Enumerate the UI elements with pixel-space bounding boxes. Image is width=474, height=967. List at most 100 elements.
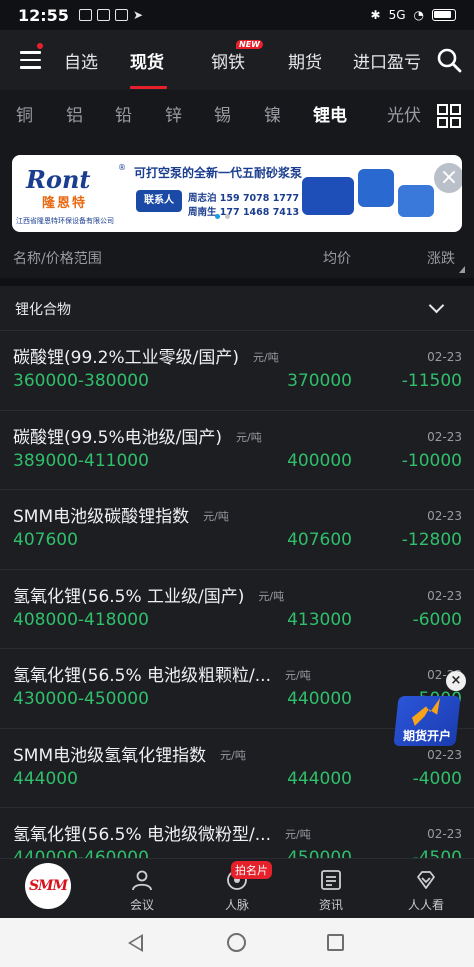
brand-logo: Ront — [26, 165, 91, 194]
group-header[interactable]: 锂化合物 — [0, 286, 474, 330]
price-range: 430000-450000 — [13, 689, 149, 709]
price-date: 02-23 — [427, 350, 462, 364]
product-name-text: 碳酸锂(99.5%电池级/国产) — [13, 427, 222, 448]
average-price: 444000 — [287, 768, 352, 789]
product-name-text: SMM电池级碳酸锂指数 — [13, 507, 190, 527]
status-right: ✱ 5G ◔ — [371, 8, 456, 22]
send-icon: ➤ — [132, 8, 143, 22]
pump-image — [398, 185, 434, 217]
tab-watchlist[interactable]: 自选 — [64, 30, 98, 90]
pump-image — [302, 177, 354, 215]
price-change: -6000 — [412, 609, 462, 630]
product-name: 碳酸锂(99.5%电池级/国产) 元/吨 — [13, 423, 262, 448]
subtab-lithium-battery[interactable]: 锂电 — [313, 90, 347, 142]
system-nav-bar — [0, 918, 474, 967]
average-price: 440000 — [287, 689, 352, 709]
tab-meetings-label: 会议 — [129, 898, 154, 912]
notification-dot — [37, 43, 43, 49]
subtab-tin[interactable]: 锡 — [214, 90, 231, 142]
wifi-icon: ◔ — [413, 8, 424, 22]
chevron-down-icon[interactable] — [428, 297, 445, 314]
price-range: 407600 — [13, 530, 78, 550]
product-name-text: 氢氧化锂(56.5% 电池级粗颗粒/... — [13, 666, 271, 686]
recent-apps-icon[interactable] — [327, 934, 344, 951]
product-name: 氢氧化锂(56.5% 电池级微粉型/... 元/吨 — [13, 820, 311, 845]
smm-home-logo[interactable]: SMM — [25, 863, 71, 909]
price-list: 碳酸锂(99.2%工业零级/国产) 元/吨 02-23 360000-380000 37… — [0, 330, 474, 858]
battery-icon — [432, 9, 456, 21]
subtab-photovoltaic[interactable]: 光伏 — [387, 90, 421, 142]
carousel-indicator — [215, 214, 230, 219]
diamond-icon — [417, 871, 435, 889]
registered-mark: ® — [118, 163, 126, 172]
tab-import-profit[interactable]: 进口盈亏 — [353, 30, 421, 90]
network-label: 5G — [388, 8, 406, 22]
banner-headline: 可打空泵的全新一代五耐砂浆泵 — [134, 166, 303, 180]
price-change: -11500 — [401, 371, 462, 391]
contact-line-1: 周志泊 159 7078 1777 — [188, 193, 300, 204]
tab-everyone-watch[interactable]: 人人看 — [391, 859, 461, 919]
price-change: -10000 — [401, 450, 462, 471]
subtab-copper[interactable]: 铜 — [16, 90, 33, 142]
back-icon[interactable] — [128, 934, 143, 952]
status-bar: 12:55 ➤ ✱ 5G ◔ — [0, 0, 474, 30]
tab-spot[interactable]: 现货 — [130, 30, 164, 90]
ad-close-icon[interactable]: × — [446, 671, 466, 691]
price-unit: 元/吨 — [203, 510, 229, 523]
header-avg[interactable]: 均价 — [323, 248, 351, 268]
tab-news[interactable]: 资讯 — [296, 859, 366, 919]
column-header: 名称/价格范围 均价 涨跌 — [0, 240, 474, 278]
price-unit: 元/吨 — [253, 351, 279, 364]
home-icon[interactable] — [227, 933, 246, 952]
grid-menu-icon[interactable] — [437, 104, 461, 128]
price-range: 444000 — [13, 768, 78, 789]
carousel-dot — [215, 214, 220, 219]
product-name: SMM电池级氢氧化锂指数 元/吨 — [13, 741, 246, 766]
price-unit: 元/吨 — [284, 669, 311, 682]
new-badge: NEW — [236, 40, 263, 49]
metal-category-tabs: 铜 铝 铅 锌 锡 镍 锂电 光伏 — [0, 90, 474, 142]
group-title: 锂化合物 — [15, 302, 71, 318]
product-name-text: SMM电池级氢氧化锂指数 — [13, 745, 207, 766]
contact-label: 联系人 — [136, 190, 182, 212]
product-name: SMM电池级碳酸锂指数 元/吨 — [13, 502, 229, 527]
top-nav: 自选 现货 钢铁 NEW 期货 进口盈亏 — [0, 30, 474, 90]
tab-meetings[interactable]: 会议 — [107, 859, 177, 919]
banner-ad[interactable]: Ront ® 隆恩特 江西省隆恩特环保设备有限公司 可打空泵的全新一代五耐砂浆泵… — [12, 155, 462, 232]
price-date: 02-23 — [427, 429, 462, 444]
search-icon[interactable] — [436, 47, 462, 73]
price-unit: 元/吨 — [236, 430, 262, 444]
subtab-nickel[interactable]: 镍 — [264, 90, 281, 142]
app-icon — [114, 9, 128, 21]
price-date: 02-23 — [427, 747, 462, 762]
subtab-zinc[interactable]: 锌 — [165, 90, 182, 142]
subtab-aluminum[interactable]: 铝 — [66, 90, 83, 142]
active-tab-indicator — [130, 86, 167, 89]
divider — [0, 278, 474, 286]
subtab-lead[interactable]: 铅 — [115, 90, 132, 142]
company-name: 江西省隆恩特环保设备有限公司 — [16, 217, 114, 225]
tab-network-label: 人脉 — [224, 898, 249, 912]
price-row[interactable]: 碳酸锂(99.5%电池级/国产) 元/吨 02-23 389000-411000 400… — [0, 409, 474, 489]
menu-icon[interactable] — [0, 30, 60, 90]
price-unit: 元/吨 — [220, 748, 246, 762]
price-row[interactable]: 氢氧化锂(56.5% 工业级/国产) 元/吨 02-23 408000-418000 4… — [0, 568, 474, 648]
average-price: 450000 — [287, 848, 352, 858]
header-name: 名称/价格范围 — [13, 251, 102, 267]
card-badge: 拍名片 — [231, 861, 272, 879]
average-price: 413000 — [287, 609, 352, 630]
notification-icons: ➤ — [78, 8, 143, 22]
header-change[interactable]: 涨跌 — [427, 248, 455, 268]
price-row[interactable]: 氢氧化锂(56.5% 电池级微粉型/... 元/吨 02-23 440000-4600… — [0, 807, 474, 858]
price-row[interactable]: 碳酸锂(99.2%工业零级/国产) 元/吨 02-23 360000-380000 37… — [0, 330, 474, 409]
futures-account-ad[interactable]: 期货开户 — [393, 690, 461, 746]
average-price: 407600 — [287, 530, 352, 550]
tab-steel[interactable]: 钢铁 — [211, 30, 245, 90]
bluetooth-icon: ✱ — [370, 8, 381, 22]
tab-futures[interactable]: 期货 — [288, 30, 322, 90]
price-range: 440000-460000 — [13, 848, 149, 858]
banner-close-icon[interactable]: × — [434, 163, 462, 193]
carousel-dot — [225, 214, 230, 219]
price-row[interactable]: SMM电池级碳酸锂指数 元/吨 02-23 407600 407600 -12800 — [0, 489, 474, 568]
sort-icon[interactable] — [459, 266, 465, 273]
